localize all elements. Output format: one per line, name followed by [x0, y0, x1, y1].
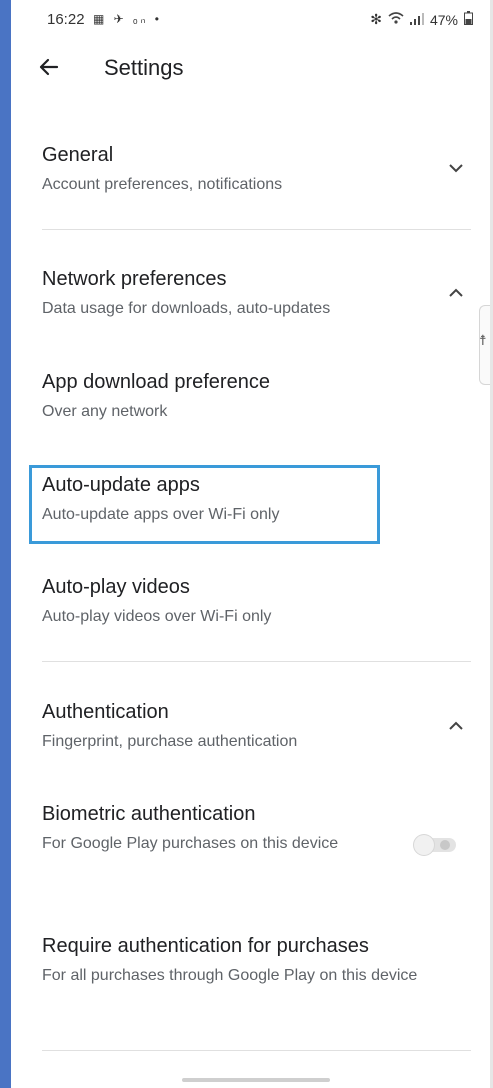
app-download-subtitle: Over any network [42, 403, 168, 420]
section-general-title: General [42, 144, 114, 166]
signal-icon [409, 12, 424, 28]
section-authentication[interactable]: Authentication Fingerprint, purchase aut… [42, 699, 462, 756]
auto-update-title: Auto-update apps [42, 474, 200, 496]
biometric-title: Biometric authentication [42, 803, 256, 825]
battery-icon [464, 11, 473, 28]
status-bar: 16:22 ▦ ✈ ₒₙ • ✻ 47% [47, 10, 473, 32]
chevron-down-icon[interactable] [446, 158, 466, 178]
require-auth-title: Require authentication for purchases [42, 935, 369, 957]
section-network-preferences[interactable]: Network preferences Data usage for downl… [42, 266, 462, 323]
auto-play-subtitle: Auto-play videos over Wi-Fi only [42, 608, 272, 625]
home-indicator[interactable] [182, 1078, 330, 1082]
toggle-knob [440, 840, 450, 850]
auto-update-subtitle: Auto-update apps over Wi-Fi only [42, 506, 280, 523]
wifi-icon [388, 11, 404, 28]
app-bar: Settings [0, 48, 493, 92]
accessibility-icon: ☨ [479, 332, 487, 348]
notification-icons: ▦ ✈ ₒₙ • [93, 12, 162, 26]
accessibility-side-tab[interactable]: ☨ [479, 305, 490, 385]
section-general[interactable]: General Account preferences, notificatio… [42, 142, 462, 199]
divider [42, 1050, 471, 1051]
toggle-thumb [414, 835, 434, 855]
divider [42, 661, 471, 662]
section-authentication-subtitle: Fingerprint, purchase authentication [42, 733, 298, 750]
biometric-subtitle: For Google Play purchases on this device [42, 835, 339, 852]
app-download-title: App download preference [42, 371, 270, 393]
section-authentication-title: Authentication [42, 701, 169, 723]
battery-percent: 47% [429, 11, 458, 28]
section-general-subtitle: Account preferences, notifications [42, 176, 283, 193]
setting-auto-play-videos[interactable]: Auto-play videos Auto-play videos over W… [42, 574, 462, 631]
status-time: 16:22 [47, 11, 85, 28]
chevron-up-icon[interactable] [446, 283, 466, 303]
setting-require-authentication[interactable]: Require authentication for purchases For… [42, 933, 462, 990]
page-title: Settings [104, 55, 184, 80]
auto-play-title: Auto-play videos [42, 576, 190, 598]
divider [42, 229, 471, 230]
setting-auto-update-apps[interactable]: Auto-update apps Auto-update apps over W… [42, 472, 462, 529]
require-auth-subtitle: For all purchases through Google Play on… [42, 967, 418, 984]
status-right: ✻ 47% [370, 11, 473, 28]
left-edge-strip [0, 0, 11, 1088]
section-network-subtitle: Data usage for downloads, auto-updates [42, 300, 331, 317]
section-network-title: Network preferences [42, 268, 227, 290]
setting-app-download-preference[interactable]: App download preference Over any network [42, 369, 462, 426]
biometric-toggle[interactable] [414, 835, 456, 855]
chevron-up-icon[interactable] [446, 716, 466, 736]
back-arrow-icon[interactable] [36, 54, 62, 80]
setting-biometric-authentication[interactable]: Biometric authentication For Google Play… [42, 801, 372, 858]
bluetooth-icon: ✻ [370, 11, 382, 27]
